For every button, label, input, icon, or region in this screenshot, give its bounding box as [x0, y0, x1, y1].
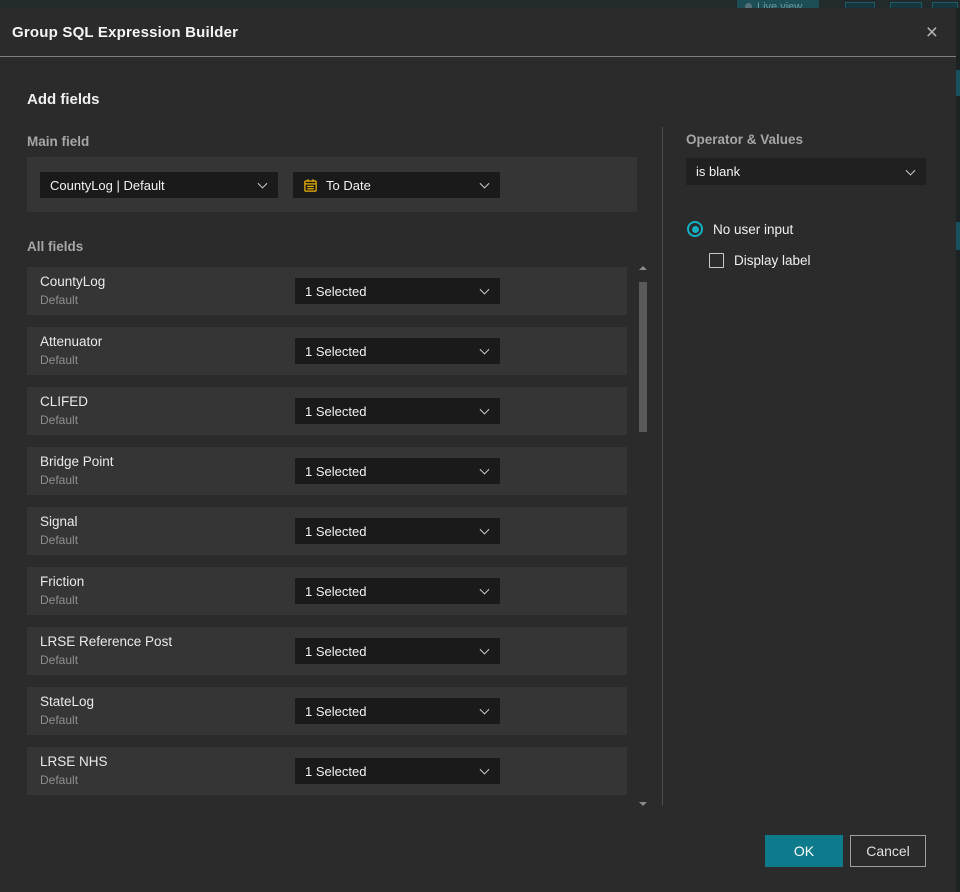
field-selected-value: 1 Selected	[305, 463, 367, 479]
field-type-dropdown[interactable]: To Date	[293, 172, 500, 198]
live-view-button[interactable]: Live view	[737, 0, 819, 8]
background-app-top-strip: Live view	[0, 0, 960, 8]
checkbox-icon[interactable]	[709, 253, 724, 268]
field-row: Attenuator Default 1 Selected	[27, 327, 627, 375]
field-selected-value: 1 Selected	[305, 583, 367, 599]
operator-dropdown-value: is blank	[696, 164, 741, 179]
live-view-label: Live view	[757, 1, 803, 8]
field-name: LRSE NHS	[40, 754, 108, 769]
chevron-down-icon	[479, 464, 490, 475]
field-row: Signal Default 1 Selected	[27, 507, 627, 555]
add-fields-heading: Add fields	[27, 91, 100, 108]
chevron-down-icon	[479, 404, 490, 415]
no-user-input-label: No user input	[713, 221, 794, 237]
main-field-panel: CountyLog | Default To Date	[27, 157, 637, 212]
chevron-down-icon	[479, 178, 490, 189]
chevron-down-icon	[905, 165, 916, 176]
all-fields-label: All fields	[27, 239, 84, 254]
background-teal-accent	[956, 222, 960, 250]
field-row: LRSE NHS Default 1 Selected	[27, 747, 627, 795]
calendar-icon	[304, 178, 317, 192]
field-name: Bridge Point	[40, 454, 114, 469]
field-selected-dropdown[interactable]: 1 Selected	[295, 638, 500, 664]
list-scrollbar[interactable]	[638, 262, 648, 810]
cancel-button[interactable]: Cancel	[850, 835, 926, 867]
chevron-down-icon	[479, 644, 490, 655]
main-field-dropdown-value: CountyLog | Default	[50, 177, 165, 193]
field-row: StateLog Default 1 Selected	[27, 687, 627, 735]
display-label-option[interactable]: Display label	[709, 253, 811, 268]
group-sql-expression-builder-dialog: Group SQL Expression Builder × Add field…	[0, 8, 956, 892]
dialog-title: Group SQL Expression Builder	[12, 23, 239, 41]
display-label-label: Display label	[734, 253, 811, 268]
field-selected-dropdown[interactable]: 1 Selected	[295, 518, 500, 544]
chevron-down-icon	[479, 344, 490, 355]
field-row: Friction Default 1 Selected	[27, 567, 627, 615]
field-row: LRSE Reference Post Default 1 Selected	[27, 627, 627, 675]
chevron-down-icon	[257, 178, 268, 189]
field-selected-dropdown[interactable]: 1 Selected	[295, 758, 500, 784]
main-field-label: Main field	[27, 134, 90, 149]
field-type-dropdown-value: To Date	[326, 177, 371, 193]
field-name: Friction	[40, 574, 85, 589]
field-subtitle: Default	[40, 593, 79, 607]
screen: Live view Group SQL Expression Builder ×…	[0, 0, 960, 892]
field-subtitle: Default	[40, 413, 79, 427]
field-name: LRSE Reference Post	[40, 634, 173, 649]
scrollbar-thumb[interactable]	[639, 282, 647, 432]
radio-icon[interactable]	[687, 221, 703, 237]
field-selected-dropdown[interactable]: 1 Selected	[295, 698, 500, 724]
field-subtitle: Default	[40, 293, 79, 307]
chevron-down-icon	[479, 764, 490, 775]
field-subtitle: Default	[40, 653, 79, 667]
panel-divider	[662, 127, 663, 806]
operator-dropdown[interactable]: is blank	[686, 158, 926, 185]
field-name: Attenuator	[40, 334, 103, 349]
field-selected-value: 1 Selected	[305, 343, 367, 359]
operator-values-label: Operator & Values	[686, 132, 804, 147]
chevron-down-icon	[479, 524, 490, 535]
field-name: StateLog	[40, 694, 95, 709]
field-subtitle: Default	[40, 473, 79, 487]
field-selected-dropdown[interactable]: 1 Selected	[295, 278, 500, 304]
ok-button[interactable]: OK	[765, 835, 843, 867]
field-selected-value: 1 Selected	[305, 763, 367, 779]
chevron-down-icon	[479, 584, 490, 595]
field-selected-dropdown[interactable]: 1 Selected	[295, 398, 500, 424]
field-selected-dropdown[interactable]: 1 Selected	[295, 578, 500, 604]
field-subtitle: Default	[40, 713, 79, 727]
field-selected-value: 1 Selected	[305, 703, 367, 719]
field-row: Bridge Point Default 1 Selected	[27, 447, 627, 495]
field-subtitle: Default	[40, 533, 79, 547]
field-subtitle: Default	[40, 353, 79, 367]
no-user-input-option[interactable]: No user input	[687, 221, 793, 237]
close-icon[interactable]: ×	[926, 22, 938, 43]
chevron-down-icon	[479, 284, 490, 295]
field-selected-value: 1 Selected	[305, 403, 367, 419]
field-selected-value: 1 Selected	[305, 643, 367, 659]
field-selected-dropdown[interactable]: 1 Selected	[295, 338, 500, 364]
background-app-right-strip	[956, 8, 960, 892]
field-selected-value: 1 Selected	[305, 523, 367, 539]
field-name: Signal	[40, 514, 78, 529]
field-selected-dropdown[interactable]: 1 Selected	[295, 458, 500, 484]
scroll-up-icon[interactable]	[639, 266, 647, 270]
scroll-down-icon[interactable]	[639, 802, 647, 806]
chevron-down-icon	[479, 704, 490, 715]
main-field-dropdown[interactable]: CountyLog | Default	[40, 172, 278, 198]
background-teal-accent	[956, 70, 960, 96]
field-name: CountyLog	[40, 274, 106, 289]
field-row: CLIFED Default 1 Selected	[27, 387, 627, 435]
field-row: CountyLog Default 1 Selected	[27, 267, 627, 315]
dialog-header: Group SQL Expression Builder ×	[0, 8, 956, 57]
field-name: CLIFED	[40, 394, 89, 409]
field-selected-value: 1 Selected	[305, 283, 367, 299]
field-subtitle: Default	[40, 773, 79, 787]
